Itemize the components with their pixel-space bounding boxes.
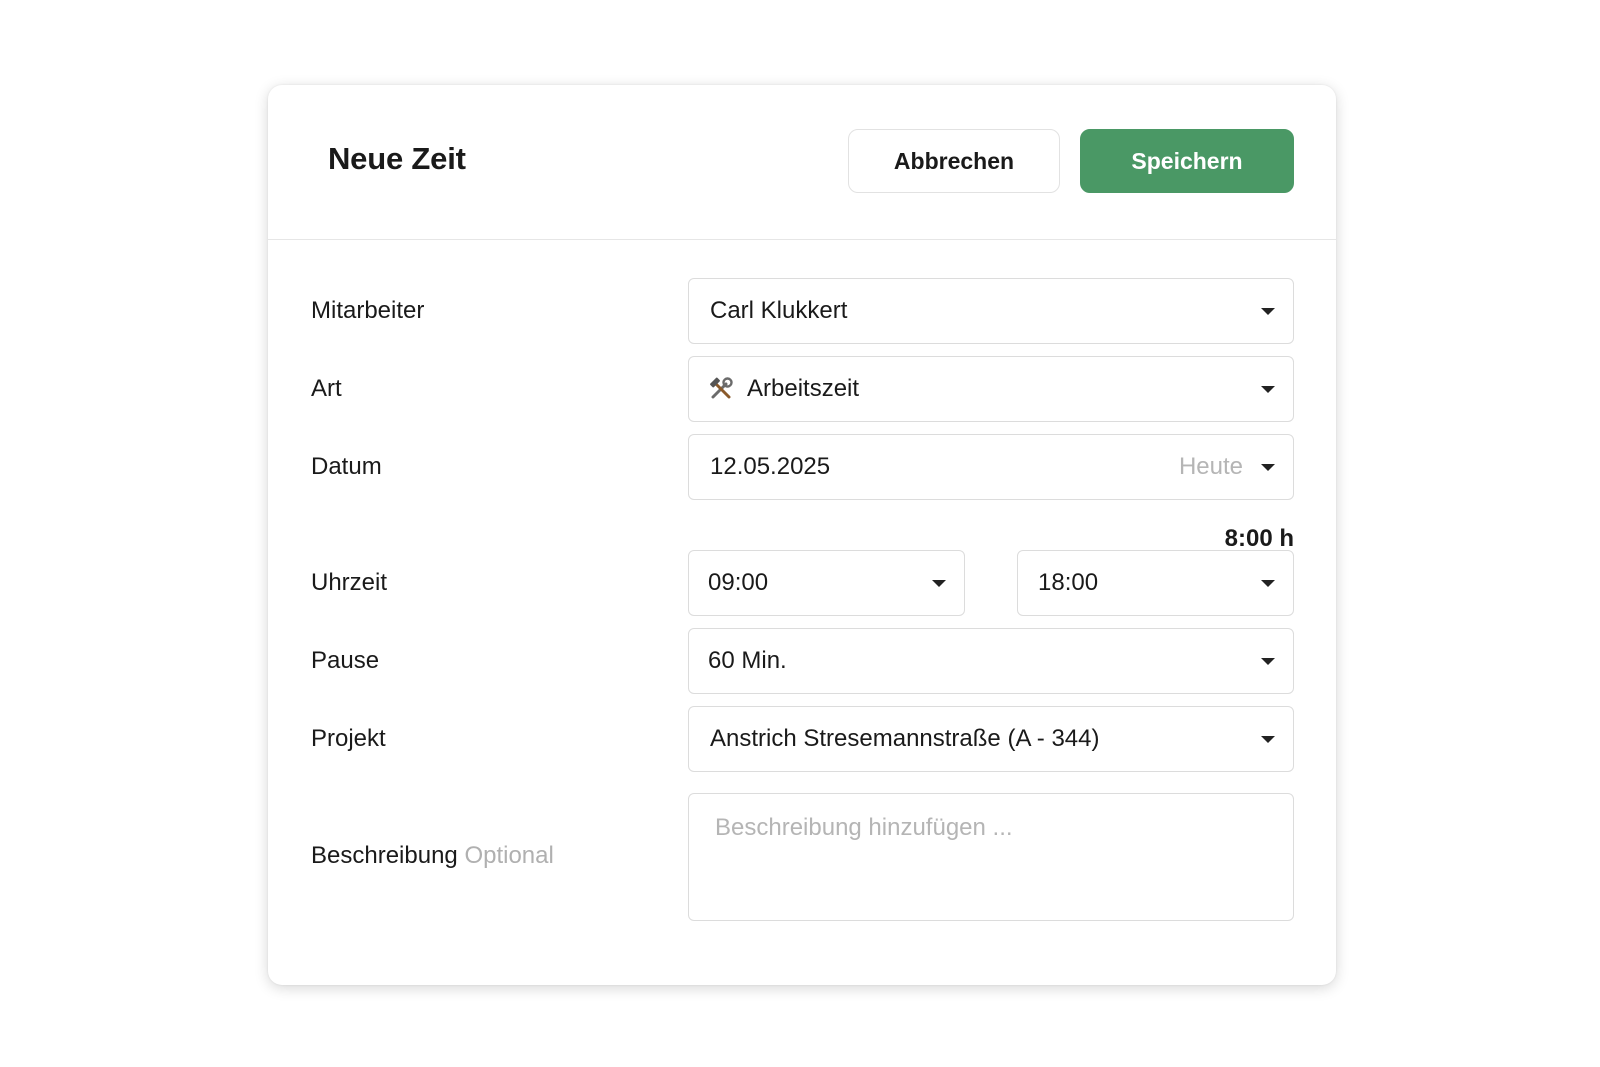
break-value: 60 Min.: [708, 647, 787, 674]
end-time-select[interactable]: 18:00: [1017, 550, 1294, 616]
start-time-select[interactable]: 09:00: [688, 550, 965, 616]
duration-total: 8:00 h: [1224, 525, 1294, 552]
project-value: Anstrich Stresemannstraße (A - 344): [710, 725, 1100, 752]
date-label: Datum: [311, 453, 382, 480]
dialog-title: Neue Zeit: [328, 141, 466, 176]
start-time-value: 09:00: [708, 569, 769, 596]
date-today-hint: Heute: [1178, 453, 1243, 480]
project-select[interactable]: Anstrich Stresemannstraße (A - 344): [688, 706, 1294, 772]
employee-label: Mitarbeiter: [311, 297, 425, 324]
description-label: Beschreibung Optional: [311, 842, 554, 870]
new-time-dialog: Neue Zeit Abbrechen Speichern Mitarbeite…: [268, 85, 1336, 985]
break-label: Pause: [311, 647, 380, 674]
time-label: Uhrzeit: [311, 569, 388, 596]
hammer-and-wrench-icon: [707, 375, 735, 403]
chevron-down-icon: [1261, 735, 1275, 743]
project-label: Projekt: [311, 725, 386, 752]
chevron-down-icon: [932, 579, 946, 587]
chevron-down-icon: [1261, 463, 1275, 471]
break-select[interactable]: 60 Min.: [688, 628, 1294, 694]
employee-value: Carl Klukkert: [710, 297, 848, 324]
dialog-header: Neue Zeit Abbrechen Speichern: [268, 85, 1336, 240]
cancel-button[interactable]: Abbrechen: [848, 129, 1060, 193]
description-label-text: Beschreibung: [311, 842, 458, 869]
type-value: Arbeitszeit: [747, 375, 860, 402]
chevron-down-icon: [1261, 307, 1275, 315]
chevron-down-icon: [1261, 579, 1275, 587]
type-select[interactable]: Arbeitszeit: [688, 356, 1294, 422]
description-optional-tag: Optional: [464, 842, 554, 869]
save-button[interactable]: Speichern: [1080, 129, 1294, 193]
employee-select[interactable]: Carl Klukkert: [688, 278, 1294, 344]
date-select[interactable]: 12.05.2025 Heute: [688, 434, 1294, 500]
type-label: Art: [311, 375, 342, 402]
description-input[interactable]: [688, 793, 1294, 921]
chevron-down-icon: [1261, 657, 1275, 665]
date-value: 12.05.2025: [710, 453, 831, 480]
end-time-value: 18:00: [1038, 569, 1099, 596]
chevron-down-icon: [1261, 385, 1275, 393]
